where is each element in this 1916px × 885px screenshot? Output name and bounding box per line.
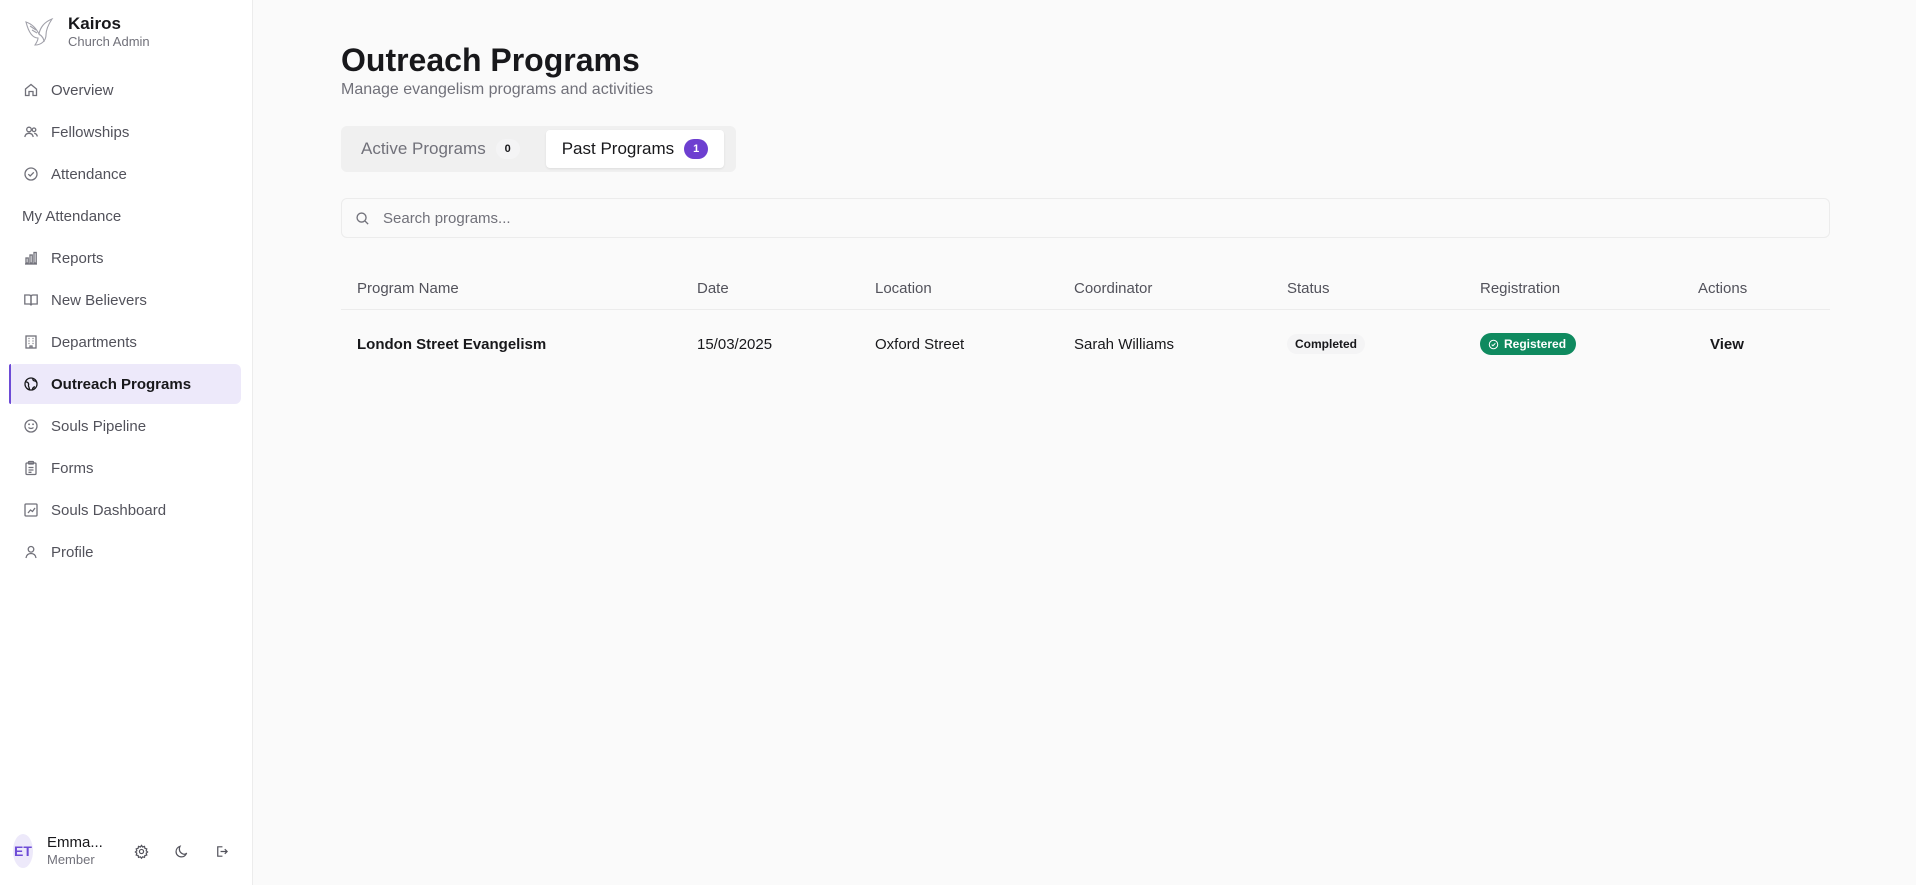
smile-icon — [23, 418, 39, 434]
page-title: Outreach Programs — [341, 42, 640, 78]
sidebar-item-label: Forms — [51, 459, 94, 477]
sidebar-nav: Overview Fellowships Attendance My Atten… — [9, 70, 241, 574]
sidebar-item-label: Reports — [51, 249, 104, 267]
sidebar-item-forms[interactable]: Forms — [9, 448, 241, 488]
user-icon — [23, 544, 39, 560]
tab-active-programs[interactable]: Active Programs 0 — [345, 130, 536, 168]
sidebar-item-label: Departments — [51, 333, 137, 351]
sidebar-item-label: Fellowships — [51, 123, 130, 141]
home-icon — [23, 82, 39, 98]
column-header-date[interactable]: Date — [697, 268, 729, 309]
user-panel: ET Emma... Member — [13, 834, 241, 868]
actions-cell: View — [1698, 310, 1756, 378]
users-icon — [23, 124, 39, 140]
check-circle-icon — [23, 166, 39, 182]
sidebar-item-label: New Believers — [51, 291, 147, 309]
date-cell: 15/03/2025 — [697, 335, 773, 353]
tab-count-badge: 0 — [495, 139, 520, 159]
column-header-actions: Actions — [1698, 280, 1748, 297]
sidebar-item-label: Profile — [51, 543, 94, 561]
sidebar-item-souls-pipeline[interactable]: Souls Pipeline — [9, 406, 241, 446]
sidebar-item-departments[interactable]: Departments — [9, 322, 241, 362]
column-header-program-name[interactable]: Program Name — [357, 268, 459, 309]
clipboard-icon — [23, 460, 39, 476]
status-cell: Completed — [1287, 310, 1366, 378]
brand-subtitle: Church Admin — [68, 34, 150, 49]
avatar[interactable]: ET — [13, 834, 33, 868]
sidebar-item-overview[interactable]: Overview — [9, 70, 241, 110]
table-row[interactable]: London Street Evangelism 15/03/2025 Oxfo… — [341, 310, 1830, 378]
page-subtitle: Manage evangelism programs and activitie… — [341, 81, 654, 98]
status-badge: Completed — [1287, 334, 1366, 354]
search-box — [341, 198, 1830, 238]
registration-cell: Registered — [1480, 310, 1577, 378]
location-cell: Oxford Street — [875, 335, 965, 353]
sidebar-item-label: Souls Dashboard — [51, 501, 167, 519]
brand-name: Kairos — [68, 14, 121, 33]
registration-badge: Registered — [1480, 333, 1577, 355]
brand[interactable]: Kairos Church Admin — [22, 14, 150, 50]
tab-count-badge: 1 — [684, 139, 709, 159]
check-circle-icon — [1488, 339, 1499, 349]
sidebar-item-outreach-programs[interactable]: Outreach Programs — [9, 364, 241, 404]
column-header-coordinator[interactable]: Coordinator — [1074, 268, 1152, 309]
table-header: Program Name Date Location Coordinator S… — [341, 268, 1830, 310]
search-input[interactable] — [383, 209, 1783, 227]
programs-table: Program Name Date Location Coordinator S… — [341, 268, 1830, 378]
column-header-location[interactable]: Location — [875, 268, 932, 309]
tab-label: Active Programs — [361, 139, 486, 158]
globe-icon — [23, 376, 39, 392]
bar-chart-icon — [23, 250, 39, 266]
column-header-registration[interactable]: Registration — [1480, 268, 1560, 309]
sidebar-item-souls-dashboard[interactable]: Souls Dashboard — [9, 490, 241, 530]
program-name-cell: London Street Evangelism — [357, 335, 547, 353]
building-icon — [23, 334, 39, 350]
sidebar-item-fellowships[interactable]: Fellowships — [9, 112, 241, 152]
sidebar-item-reports[interactable]: Reports — [9, 238, 241, 278]
sidebar-item-my-attendance[interactable]: My Attendance — [9, 196, 241, 236]
theme-toggle-button[interactable] — [161, 835, 201, 867]
program-tabs: Active Programs 0 Past Programs 1 — [341, 126, 736, 172]
sidebar-item-label: My Attendance — [22, 207, 122, 225]
gear-icon — [133, 843, 149, 859]
logout-button[interactable] — [201, 835, 241, 867]
view-button[interactable]: View — [1698, 330, 1756, 359]
sidebar-item-label: Attendance — [51, 165, 127, 183]
sidebar-item-profile[interactable]: Profile — [9, 532, 241, 572]
sidebar-item-attendance[interactable]: Attendance — [9, 154, 241, 194]
tab-past-programs[interactable]: Past Programs 1 — [545, 130, 725, 168]
moon-icon — [174, 844, 187, 857]
logout-icon — [216, 845, 228, 857]
dove-logo-icon — [25, 17, 54, 46]
sidebar-item-label: Outreach Programs — [51, 375, 192, 393]
sidebar: Kairos Church Admin Overview Fellowships… — [0, 0, 253, 885]
sidebar-item-label: Overview — [51, 81, 114, 99]
user-name: Emma... — [47, 834, 103, 851]
search-icon — [355, 211, 370, 226]
column-header-status[interactable]: Status — [1287, 268, 1330, 309]
registration-label: Registered — [1504, 337, 1567, 351]
tab-label: Past Programs — [561, 139, 675, 158]
sidebar-item-label: Souls Pipeline — [51, 417, 147, 435]
book-open-icon — [23, 292, 39, 308]
chart-square-icon — [23, 502, 39, 518]
coordinator-cell: Sarah Williams — [1074, 335, 1175, 353]
sidebar-item-new-believers[interactable]: New Believers — [9, 280, 241, 320]
settings-button[interactable] — [121, 835, 161, 867]
user-role: Member — [47, 852, 95, 867]
